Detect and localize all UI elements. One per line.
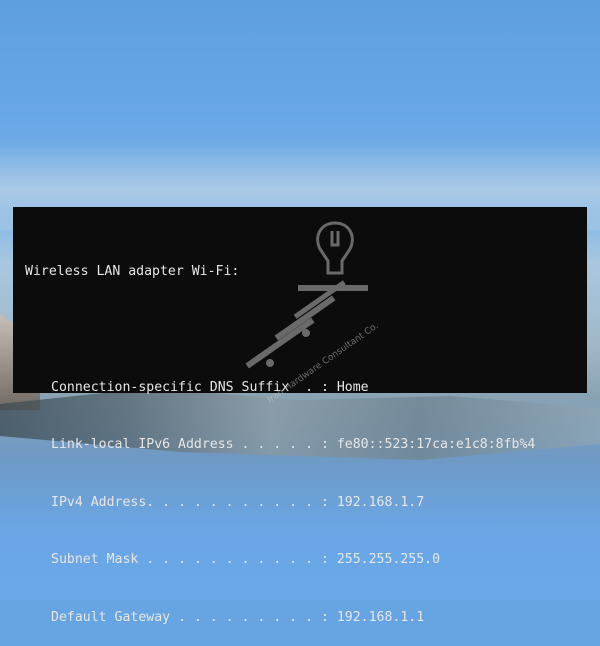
ipv4-label: IPv4 Address. . . . . . . . . . . : [51, 494, 329, 510]
subnet-mask-label: Subnet Mask . . . . . . . . . . . : [51, 552, 329, 568]
adapter-header: Wireless LAN adapter Wi-Fi: [25, 264, 240, 280]
dns-suffix-label: Connection-specific DNS Suffix . : [51, 379, 329, 395]
subnet-mask-row: Subnet Mask . . . . . . . . . . . : 255.… [25, 550, 587, 569]
gateway-label: Default Gateway . . . . . . . . . : [51, 609, 329, 625]
gateway-row: Default Gateway . . . . . . . . . : 192.… [25, 608, 587, 627]
ipv4-value: 192.168.1.7 [336, 494, 425, 510]
ipv6-row: Link-local IPv6 Address . . . . . : fe80… [25, 435, 587, 454]
dns-suffix-value: Home [336, 379, 369, 395]
ipv6-value: fe80::523:17ca:e1c8:8fb%4 [336, 437, 536, 453]
ipv6-label: Link-local IPv6 Address . . . . . : [51, 437, 329, 453]
dns-suffix-row: Connection-specific DNS Suffix . : Home [25, 378, 587, 397]
ipv4-row: IPv4 Address. . . . . . . . . . . : 192.… [25, 493, 587, 512]
gateway-value: 192.168.1.1 [336, 609, 425, 625]
terminal-output[interactable]: Wireless LAN adapter Wi-Fi: Connection-s… [13, 207, 587, 625]
subnet-mask-value: 255.255.255.0 [336, 552, 441, 568]
